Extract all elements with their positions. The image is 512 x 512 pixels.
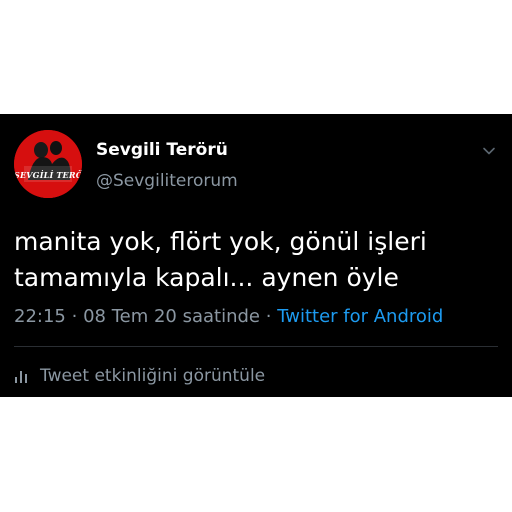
- display-name[interactable]: Sevgili Terörü: [96, 140, 228, 160]
- tweet-text: manita yok, flört yok, gönül işleri tama…: [14, 224, 494, 296]
- view-tweet-activity-button[interactable]: Tweet etkinliğini görüntüle: [14, 365, 265, 387]
- user-handle[interactable]: @Sevgiliterorum: [96, 171, 238, 191]
- avatar-image: [14, 130, 82, 198]
- tweet-time: 22:15: [14, 306, 66, 327]
- chevron-down-icon[interactable]: [478, 140, 500, 162]
- tweet-source-link[interactable]: Twitter for Android: [277, 306, 443, 327]
- bar-chart-icon: [15, 371, 27, 383]
- tweet-meta: 22:15 · 08 Tem 20 saatinde · Twitter for…: [14, 306, 443, 327]
- avatar-logo-text: SEVGİLİ TERÖRÜ: [14, 170, 82, 180]
- meta-separator: ·: [71, 306, 78, 327]
- tweet-text-line: tamamıyla kapalı... aynen öyle: [14, 263, 399, 292]
- tweet-card: SEVGİLİ TERÖRÜ Sevgili Terörü @Sevgilite…: [0, 114, 512, 397]
- divider: [14, 346, 498, 347]
- avatar[interactable]: SEVGİLİ TERÖRÜ: [14, 130, 82, 198]
- view-tweet-activity-label: Tweet etkinliğini görüntüle: [40, 366, 266, 386]
- tweet-date: 08 Tem 20 saatinde: [83, 306, 261, 327]
- tweet-text-line: manita yok, flört yok, gönül işleri: [14, 227, 427, 256]
- meta-separator: ·: [265, 306, 272, 327]
